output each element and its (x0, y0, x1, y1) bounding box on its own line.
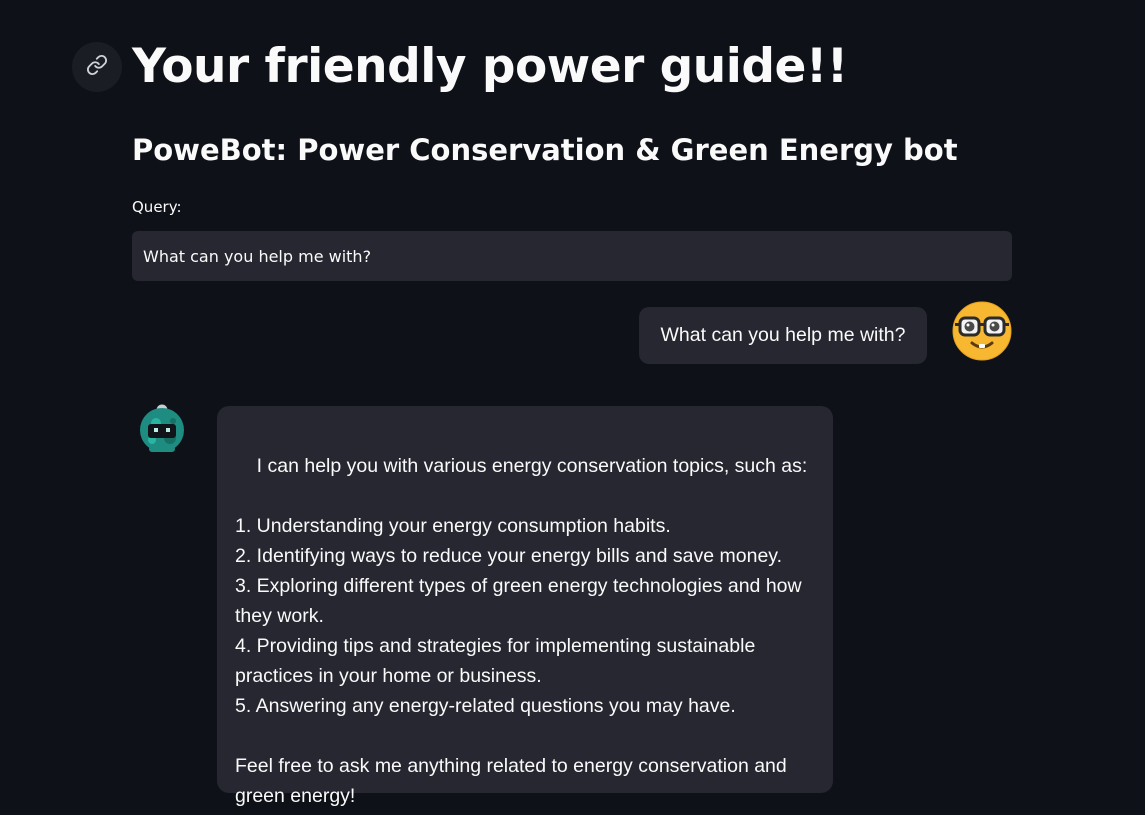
user-message-bubble: What can you help me with? (639, 307, 927, 364)
assistant-message-bubble: I can help you with various energy conse… (217, 406, 833, 807)
header-anchor-link[interactable] (72, 42, 122, 92)
user-message-text: What can you help me with? (660, 324, 906, 346)
robot-icon (135, 402, 189, 456)
app-page: Your friendly power guide!! PoweBot: Pow… (0, 0, 1145, 815)
link-icon (86, 54, 108, 80)
nerd-face-icon (952, 301, 1012, 361)
assistant-message-text: I can help you with various energy conse… (235, 455, 808, 807)
page-subtitle: PoweBot: Power Conservation & Green Ener… (132, 133, 958, 167)
query-input[interactable] (132, 231, 1012, 281)
query-label: Query: (132, 198, 182, 216)
page-title: Your friendly power guide!! (132, 39, 848, 94)
